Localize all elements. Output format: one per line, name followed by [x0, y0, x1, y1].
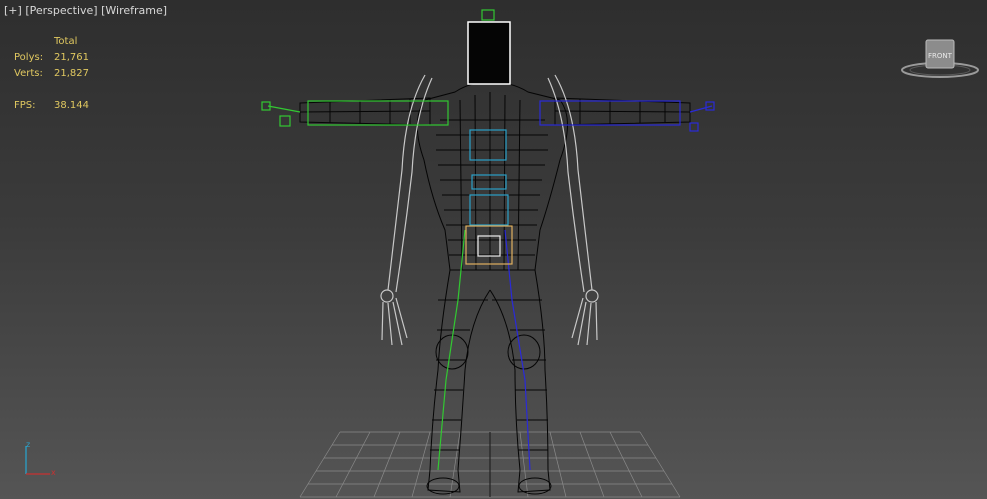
verts-value: 21,827: [54, 68, 89, 79]
viewport-menu-button[interactable]: [+]: [4, 4, 22, 17]
viewport-label: [+] [Perspective] [Wireframe]: [4, 4, 167, 17]
rig-left-side[interactable]: [261, 100, 466, 471]
axis-z-label: z: [26, 440, 30, 449]
polys-value: 21,761: [54, 52, 89, 63]
viewport-shading-button[interactable]: [Wireframe]: [101, 4, 167, 17]
fps-value: 38.144: [54, 100, 89, 111]
stats-overlay: Total Polys: 21,761 Verts: 21,827 FPS: 38.1…: [14, 34, 89, 114]
viewport-view-button[interactable]: [Perspective]: [25, 4, 97, 17]
axis-x-label: x: [51, 468, 56, 477]
verts-label: Verts:: [14, 68, 43, 79]
stats-header: Total: [54, 36, 78, 47]
fps-label: FPS:: [14, 100, 36, 111]
rig-head[interactable]: [467, 9, 511, 85]
polys-label: Polys:: [14, 52, 44, 63]
ground-grid: [299, 431, 681, 498]
viewcube-icon[interactable]: FRONT: [900, 36, 980, 84]
axis-tripod-icon: z x: [25, 440, 56, 477]
rig-right-side[interactable]: [504, 100, 715, 471]
scene-canvas[interactable]: [0, 0, 987, 499]
3d-viewport[interactable]: [+] [Perspective] [Wireframe] Total Poly…: [0, 0, 987, 499]
viewcube-face-label[interactable]: FRONT: [928, 52, 953, 60]
